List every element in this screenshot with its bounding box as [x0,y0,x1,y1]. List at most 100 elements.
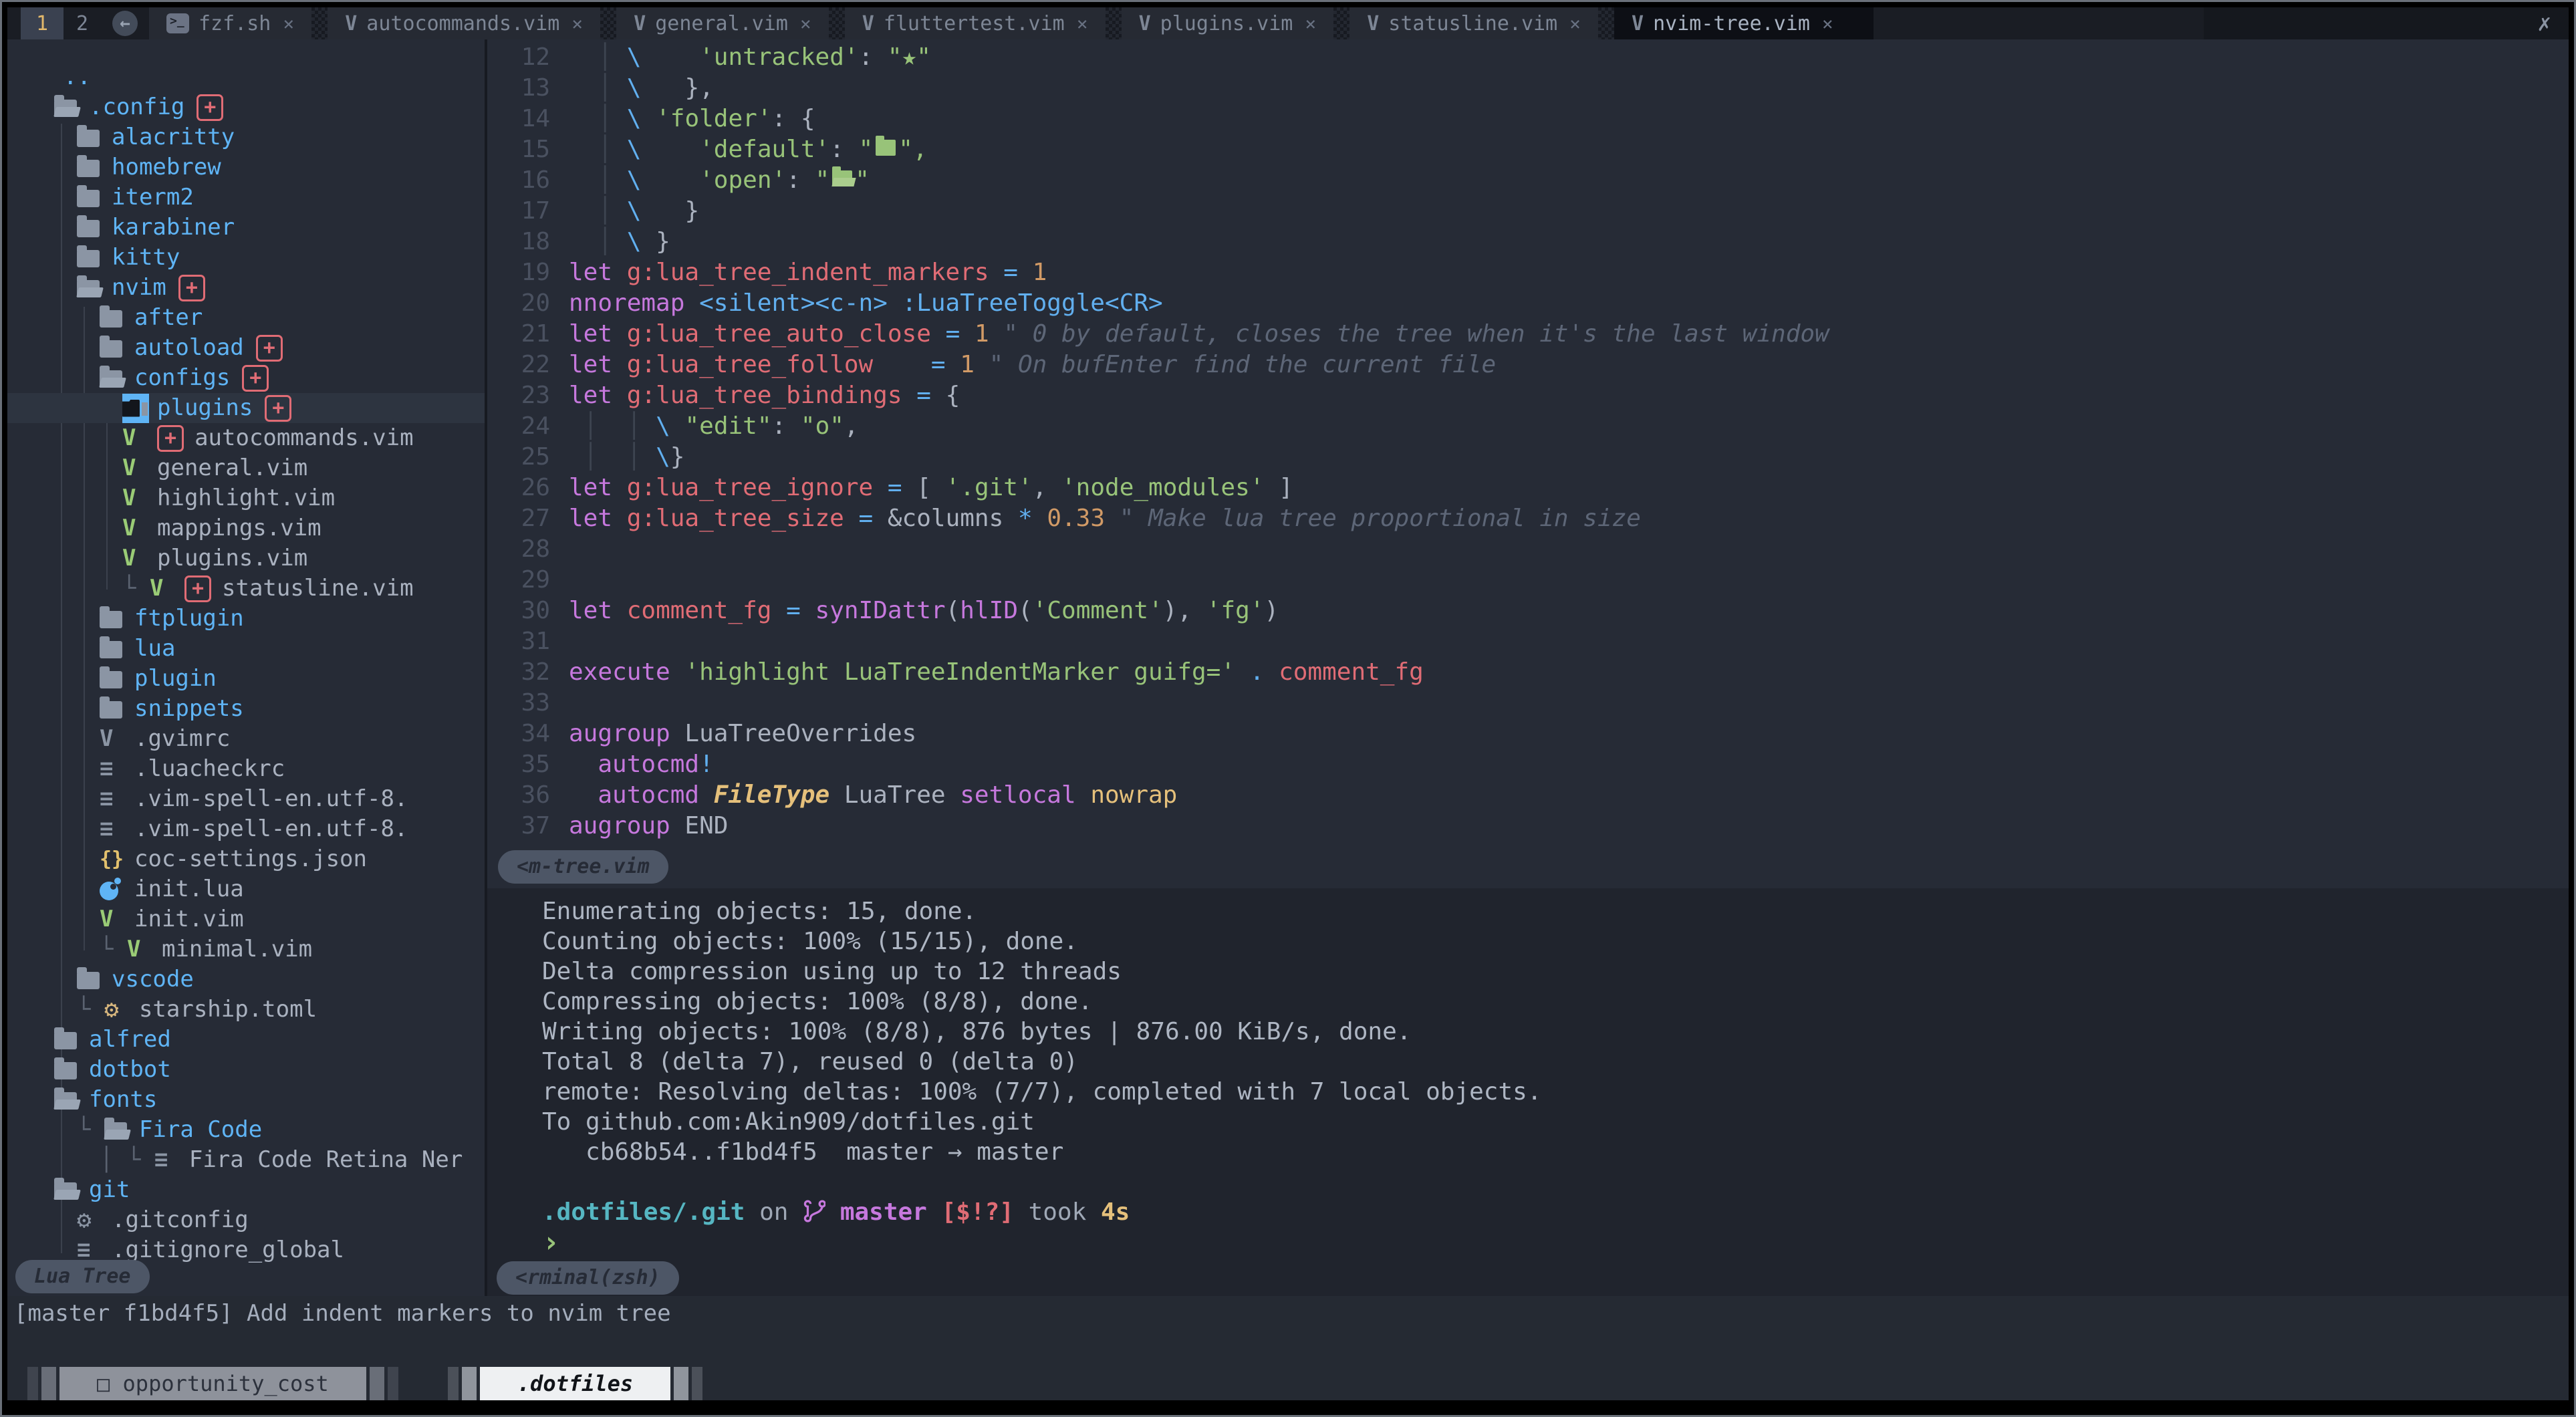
tree-item-alfred[interactable]: alfred [7,1025,485,1055]
tree-item-init.vim[interactable]: Vinit.vim [7,904,485,934]
tree-item-configs[interactable]: configs+ [7,363,485,393]
back-circle-button[interactable]: ← [101,7,149,39]
tab-close-icon[interactable]: × [1569,13,1581,35]
editor-line[interactable]: 28 [487,534,2569,565]
session-gradient-chip [692,1367,702,1400]
terminal-line: cb68b54..f1bd4f5 master → master [542,1137,2569,1167]
editor-line[interactable]: 18 │ \ } [487,227,2569,257]
code-segment: } [641,228,670,255]
tree-item-.config[interactable]: .config+ [7,92,485,122]
main-column: 12 │ \ 'untracked': "★"13 │ \ },14 │ \ '… [487,39,2569,1296]
tree-item-minimal.vim[interactable]: └ Vminimal.vim [7,934,485,964]
tree-item-ftplugin[interactable]: ftplugin [7,604,485,634]
tree-item-dotbot[interactable]: dotbot [7,1055,485,1085]
editor-line[interactable]: 32execute 'highlight LuaTreeIndentMarker… [487,657,2569,688]
tree-item-.luacheckrc[interactable]: ≡.luacheckrc [7,754,485,784]
code-segment: = [1003,259,1018,286]
tree-item-highlight.vim[interactable]: Vhighlight.vim [7,483,485,513]
tab-fzf.sh[interactable]: fzf.sh× [149,7,311,39]
editor-line[interactable]: 20nnoremap <silent><c-n> :LuaTreeToggle<… [487,288,2569,319]
editor-line[interactable]: 13 │ \ }, [487,73,2569,104]
tab-general.vim[interactable]: Vgeneral.vim× [616,7,829,39]
tab-close-icon[interactable]: × [571,13,583,35]
editor-line[interactable]: 25 │ │ \} [487,442,2569,473]
editor-line[interactable]: 30let comment_fg = synIDattr(hlID('Comme… [487,596,2569,626]
tree-item-alacritty[interactable]: alacritty [7,122,485,152]
tab-autocommands.vim[interactable]: Vautocommands.vim× [328,7,600,39]
tabpage-2[interactable]: 2 [63,7,101,39]
tab-plugins.vim[interactable]: Vplugins.vim× [1122,7,1334,39]
editor-line[interactable]: 36 autocmd FileType LuaTree setlocal now… [487,780,2569,811]
tree-item-iterm2[interactable]: iterm2 [7,182,485,213]
tree-item-Fira Code[interactable]: └ Fira Code [7,1115,485,1145]
tree-item-.vim-spell-en.utf-8.[interactable]: ≡.vim-spell-en.utf-8. [7,784,485,814]
tree-item-karabiner[interactable]: karabiner [7,213,485,243]
editor-line[interactable]: 24 │ │ \ "edit": "o", [487,411,2569,442]
terminal-pane[interactable]: Enumerating objects: 15, done.Counting o… [487,888,2569,1296]
tree-item-nvim[interactable]: nvim+ [7,273,485,303]
tree-item-autoload[interactable]: autoload+ [7,333,485,363]
editor-line[interactable]: 12 │ \ 'untracked': "★" [487,42,2569,73]
tmux-session-opportunity_cost[interactable]: □ opportunity_cost [27,1367,398,1400]
code-segment [931,320,946,348]
left-arrow-icon: ← [112,11,138,36]
tree-item-Fira Code Retina Ner[interactable]: │ └ ≡Fira Code Retina Ner [7,1145,485,1175]
tree-item-plugins[interactable]: plugins+ [7,393,485,423]
tree-item-plugin[interactable]: plugin [7,664,485,694]
tree-item-init.lua[interactable]: init.lua [7,874,485,904]
tree-item-git[interactable]: git [7,1175,485,1205]
tree-item-general.vim[interactable]: Vgeneral.vim [7,453,485,483]
tree-item-autocommands.vim[interactable]: V+autocommands.vim [7,423,485,453]
editor-line[interactable]: 21let g:lua_tree_auto_close = 1 " 0 by d… [487,319,2569,350]
editor-line[interactable]: 23let g:lua_tree_bindings = { [487,380,2569,411]
editor-line[interactable]: 17 │ \ } [487,196,2569,227]
editor-line[interactable]: 22let g:lua_tree_follow = 1 " On bufEnte… [487,350,2569,380]
tree-item-..[interactable]: .. [7,62,485,92]
tree-item-label: .gitignore_global [112,1235,344,1265]
editor-line[interactable]: 34augroup LuaTreeOverrides [487,719,2569,749]
editor-line[interactable]: 31 [487,626,2569,657]
tab-nvim-tree.vim[interactable]: Vnvim-tree.vim× [1614,7,1874,39]
tree-item-snippets[interactable]: snippets [7,694,485,724]
tree-item-lua[interactable]: lua [7,634,485,664]
editor-line[interactable]: 27let g:lua_tree_size = &columns * 0.33 … [487,503,2569,534]
editor-line[interactable]: 29 [487,565,2569,596]
editor-line[interactable]: 14 │ \ 'folder': { [487,104,2569,134]
tab-statusline.vim[interactable]: Vstatusline.vim× [1349,7,1598,39]
editor-line[interactable]: 16 │ \ 'open': "" [487,165,2569,196]
tabpage-1[interactable]: 1 [21,7,63,39]
tree-item-fonts[interactable]: fonts [7,1085,485,1115]
code-segment: g:lua_tree_indent_markers [627,259,989,286]
tree-item-coc-settings.json[interactable]: {}coc-settings.json [7,844,485,874]
tree-item-kitty[interactable]: kitty [7,243,485,273]
editor-line[interactable]: 19let g:lua_tree_indent_markers = 1 [487,257,2569,288]
tree-item-.vim-spell-en.utf-8.[interactable]: ≡.vim-spell-en.utf-8. [7,814,485,844]
editor-line[interactable]: 35 autocmd! [487,749,2569,780]
tree-item-.gvimrc[interactable]: V.gvimrc [7,724,485,754]
tab-close-icon[interactable]: × [1077,13,1088,35]
editor-line[interactable]: 33 [487,688,2569,719]
close-all-button[interactable]: ✗ [2204,7,2569,39]
tree-item-mappings.vim[interactable]: Vmappings.vim [7,513,485,543]
editor-pane[interactable]: 12 │ \ 'untracked': "★"13 │ \ },14 │ \ '… [487,39,2569,846]
editor-statusline: <m-tree.vim [487,846,2569,888]
code-segment: "★" [888,43,931,71]
tree-item-homebrew[interactable]: homebrew [7,152,485,182]
tab-close-icon[interactable]: × [800,13,811,35]
tree-item-statusline.vim[interactable]: └ V+statusline.vim [7,573,485,604]
tmux-session-.dotfiles[interactable]: .dotfiles [448,1367,702,1400]
tree-item-.gitconfig[interactable]: ⚙.gitconfig [7,1205,485,1235]
tab-fluttertest.vim[interactable]: Vfluttertest.vim× [845,7,1106,39]
editor-line[interactable]: 37augroup END [487,811,2569,842]
tree-item-starship.toml[interactable]: └ ⚙starship.toml [7,995,485,1025]
editor-line[interactable]: 15 │ \ 'default': "", [487,134,2569,165]
tab-close-icon[interactable]: × [283,13,294,35]
tab-close-icon[interactable]: × [1305,13,1316,35]
line-number: 15 [487,134,569,165]
editor-line[interactable]: 26let g:lua_tree_ignore = [ '.git', 'nod… [487,473,2569,503]
tree-item-plugins.vim[interactable]: Vplugins.vim [7,543,485,573]
prompt-cursor[interactable]: › [542,1227,2569,1257]
tab-close-icon[interactable]: × [1822,13,1833,35]
tree-item-after[interactable]: after [7,303,485,333]
tree-item-vscode[interactable]: vscode [7,964,485,995]
